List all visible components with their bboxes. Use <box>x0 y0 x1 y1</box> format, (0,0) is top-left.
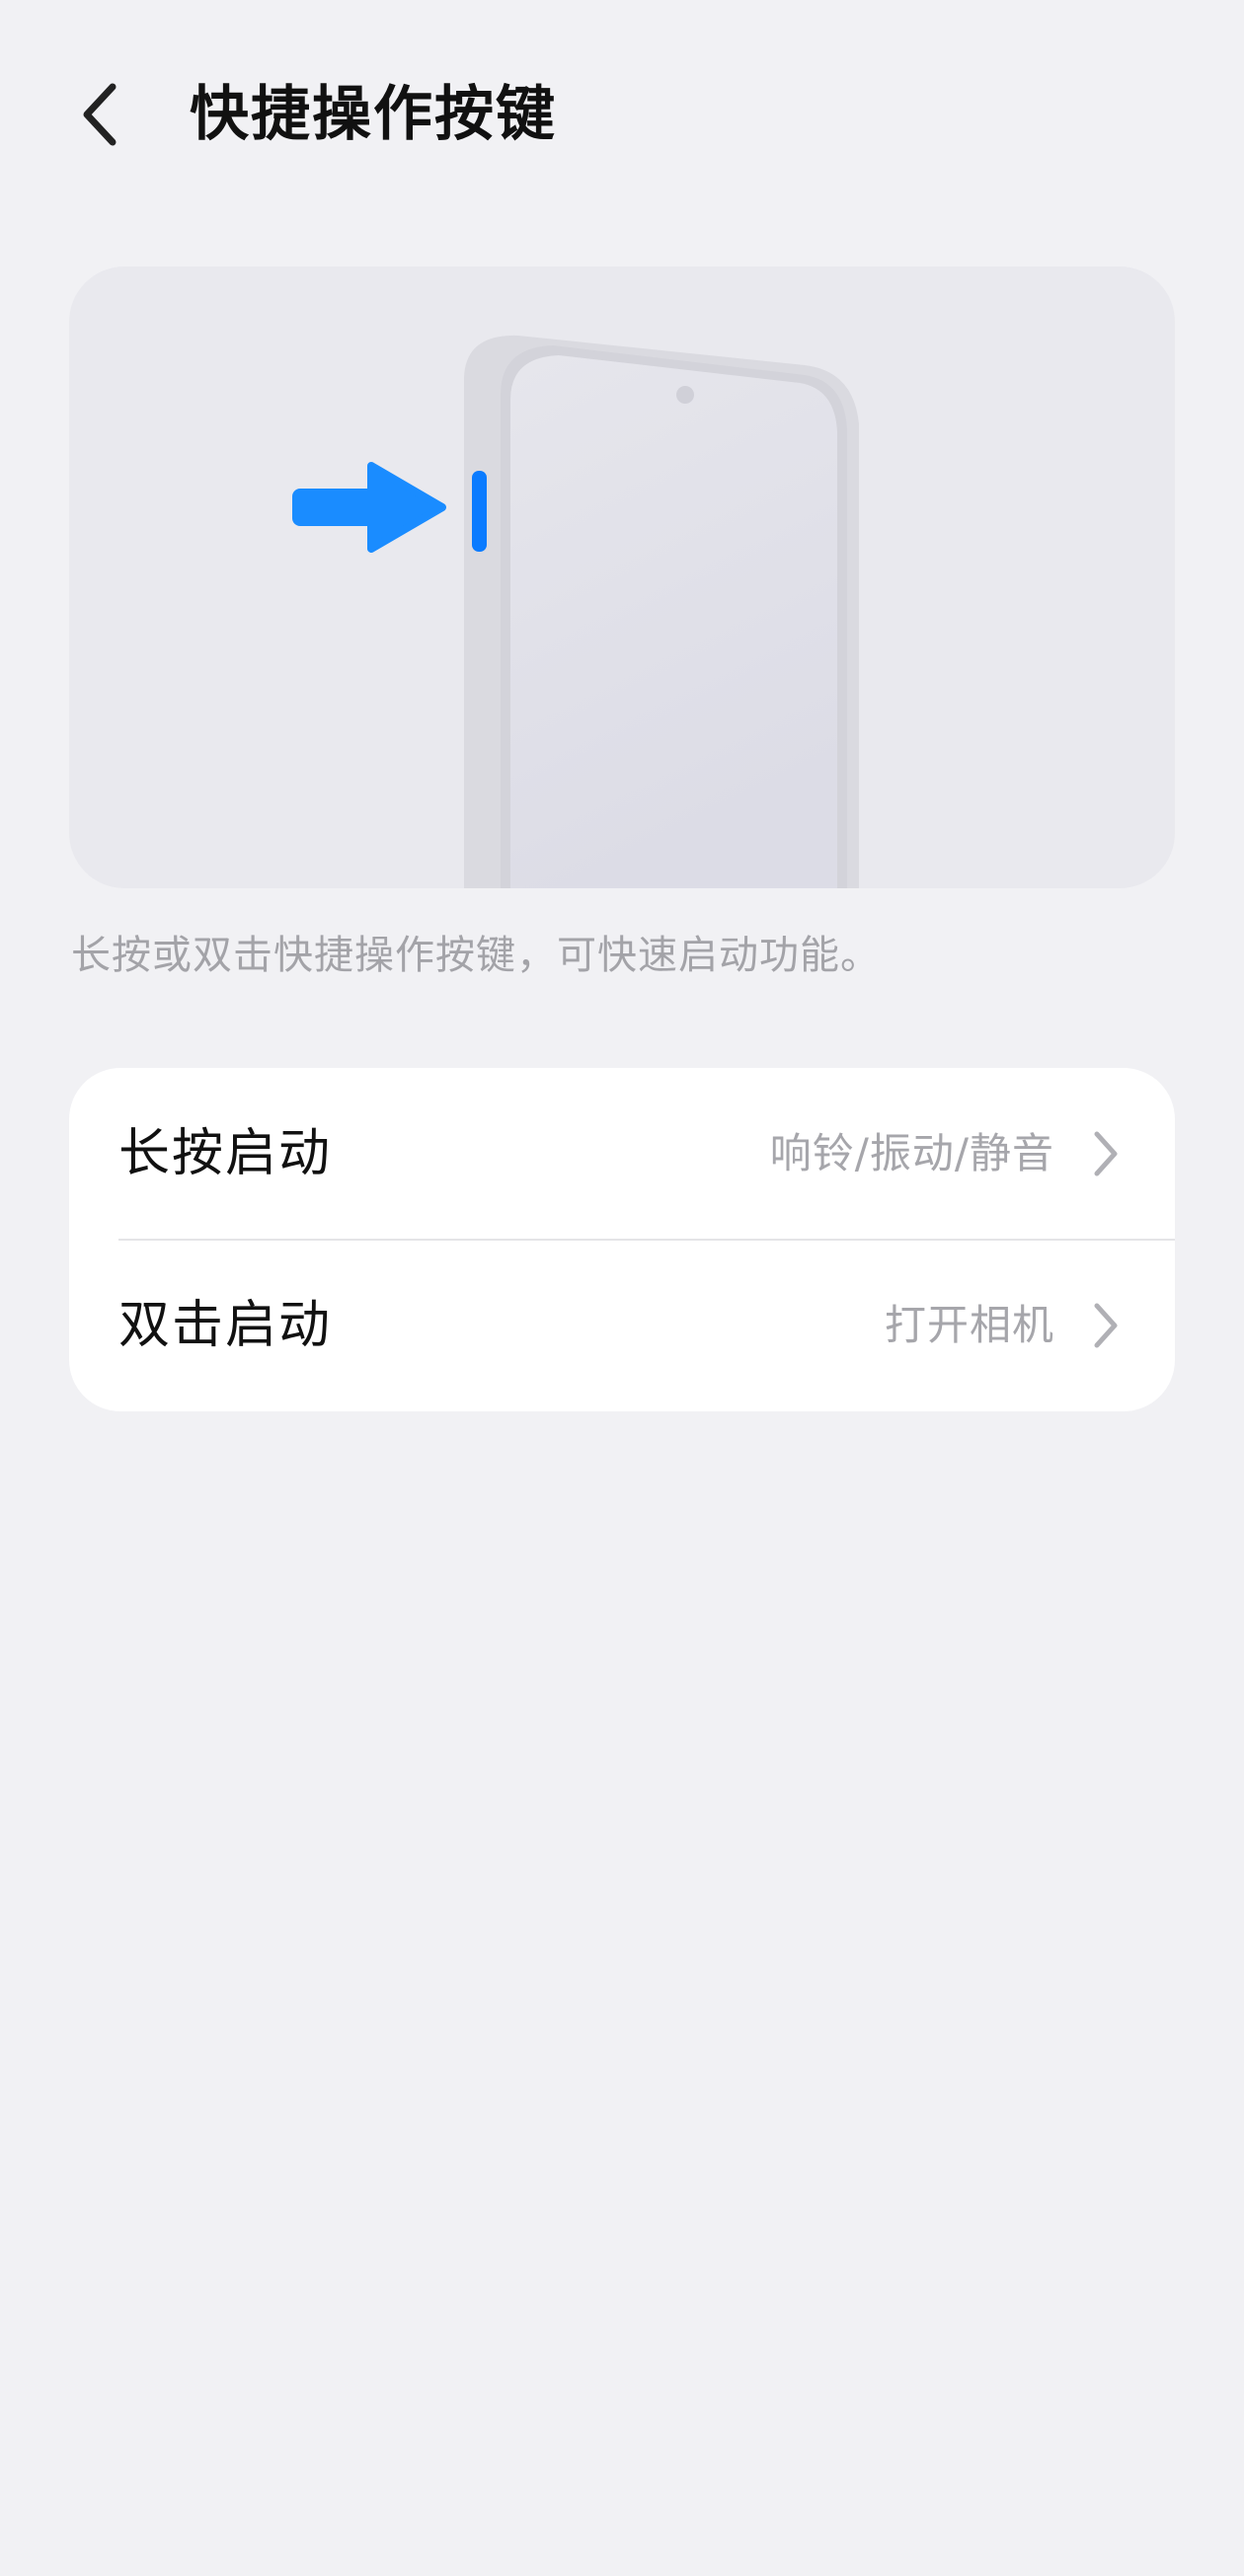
chevron-right-icon <box>1086 1124 1126 1183</box>
chevron-left-icon <box>83 83 117 146</box>
back-button[interactable] <box>69 79 132 150</box>
arrow-right-icon <box>292 462 446 553</box>
header-bar: 快捷操作按键 <box>0 0 1244 237</box>
setting-label: 双击启动 <box>118 1296 333 1355</box>
phone-illustration <box>292 335 859 888</box>
key-illustration <box>69 266 1175 888</box>
settings-card: 长按启动 响铃/振动/静音 双击启动 打开相机 <box>69 1068 1175 1411</box>
page-title: 快捷操作按键 <box>190 80 557 149</box>
chevron-right-icon <box>1086 1296 1126 1355</box>
setting-row-long-press[interactable]: 长按启动 响铃/振动/静音 <box>69 1068 1175 1241</box>
setting-value: 响铃/振动/静音 <box>769 1129 1054 1177</box>
side-button-highlight <box>472 471 487 552</box>
description-text: 长按或双击快捷操作按键，可快速启动功能。 <box>71 933 881 978</box>
setting-value: 打开相机 <box>884 1301 1054 1349</box>
setting-row-double-click[interactable]: 双击启动 打开相机 <box>69 1240 1175 1411</box>
setting-label: 长按启动 <box>118 1124 333 1183</box>
camera-hole <box>676 386 694 404</box>
phone-screen <box>510 355 837 888</box>
